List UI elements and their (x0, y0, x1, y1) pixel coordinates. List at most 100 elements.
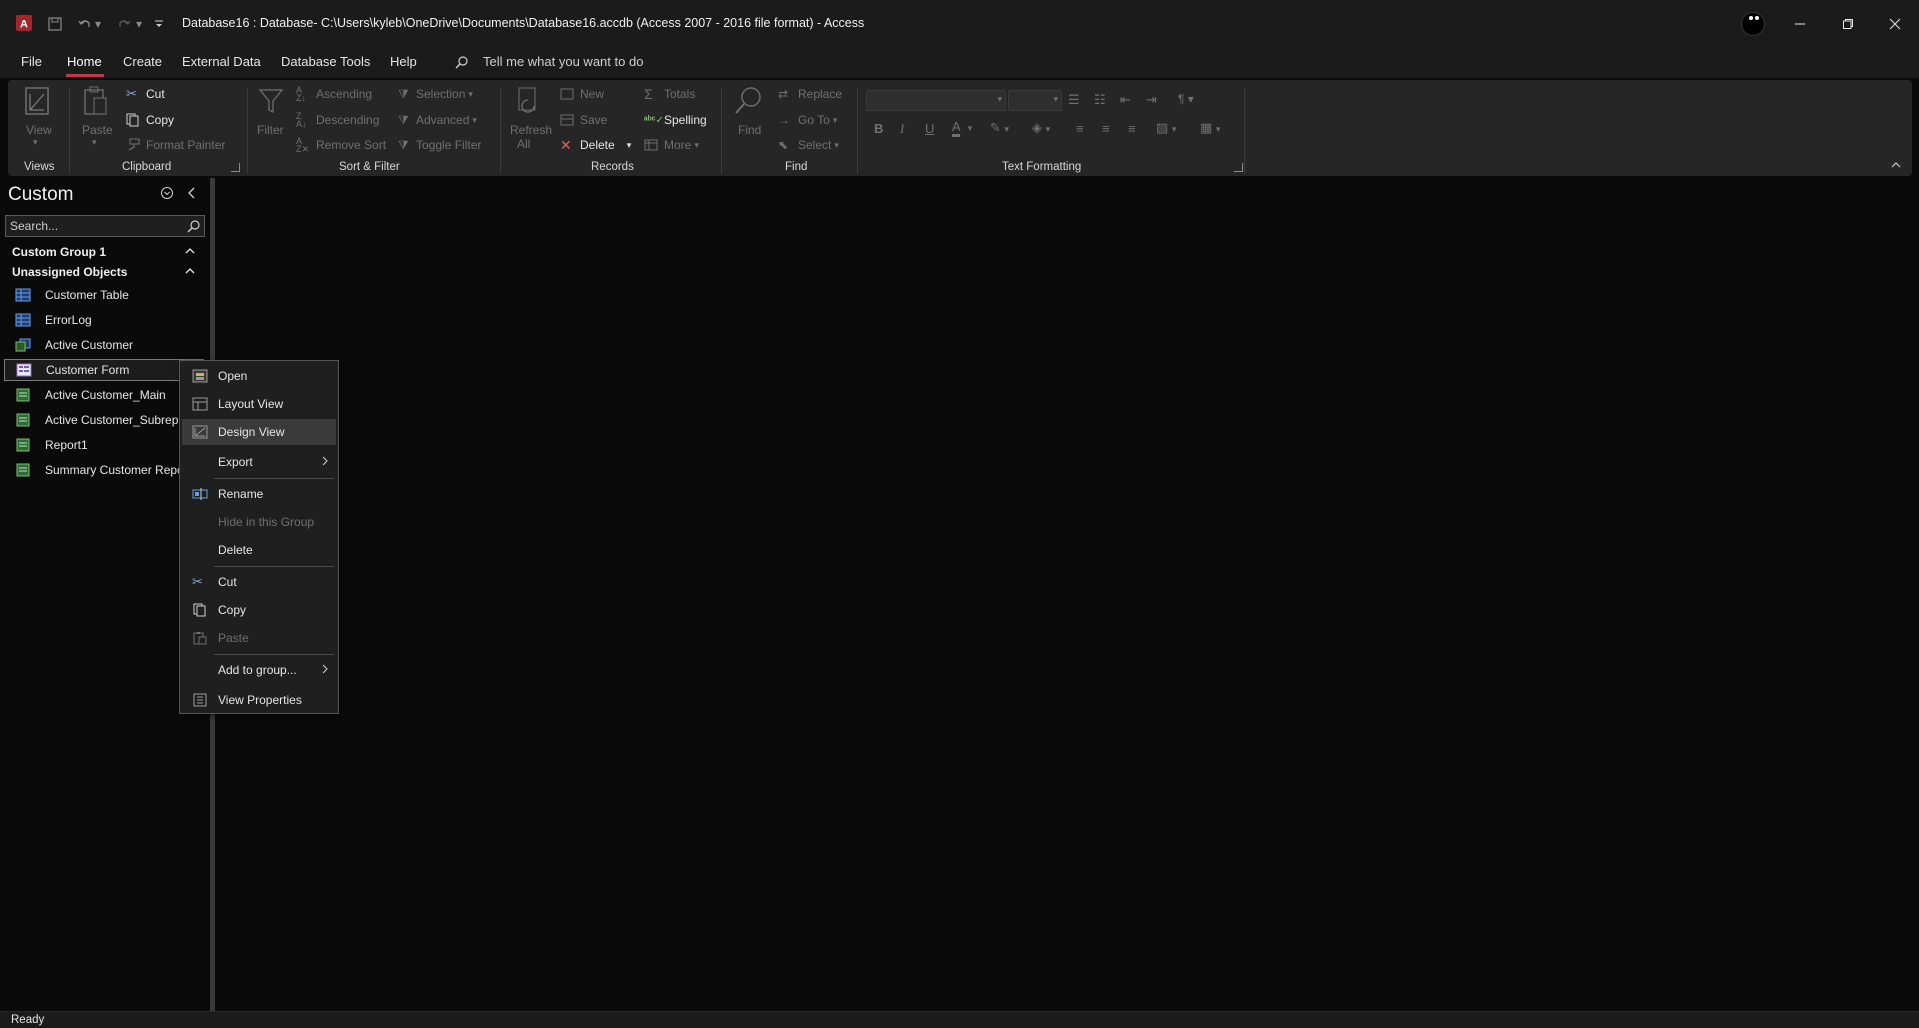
filter-button[interactable]: Filter (254, 84, 288, 152)
nav-item-summary-customer-report[interactable]: Summary Customer Report (4, 459, 204, 481)
cut-icon: ✂ (192, 574, 203, 589)
remove-sort-button[interactable]: A Z✕ Remove Sort (296, 135, 386, 155)
refresh-all-button[interactable]: Refresh All (510, 84, 552, 160)
menu-item-delete[interactable]: Delete (182, 537, 336, 563)
alternate-row-color-icon[interactable]: ▨ ▾ (1156, 120, 1176, 136)
save-icon[interactable] (44, 13, 66, 35)
nav-search-box[interactable] (5, 215, 205, 237)
nav-pane-title[interactable]: Custom (8, 184, 73, 206)
selection-label: Selection (416, 87, 466, 101)
redo-dropdown-icon[interactable]: ▾ (133, 13, 145, 35)
tab-file[interactable]: File (21, 54, 42, 69)
replace-label: Replace (798, 87, 843, 101)
menu-item-open[interactable]: Open (182, 363, 336, 389)
menu-item-layout-view[interactable]: Layout View (182, 391, 336, 417)
tab-create[interactable]: Create (123, 54, 162, 69)
background-color-icon[interactable]: ◈ ▾ (1032, 120, 1050, 136)
nav-group-custom-group-1[interactable]: Custom Group 1 (12, 245, 106, 259)
selection-button[interactable]: ⧩ Selection ▾ (398, 84, 473, 104)
font-name-dropdown[interactable]: ▾ (866, 90, 1006, 111)
menu-item-add-to-group[interactable]: Add to group... (182, 657, 336, 683)
collapse-ribbon-icon[interactable] (1890, 160, 1902, 170)
nav-group-unassigned-objects[interactable]: Unassigned Objects (12, 265, 127, 279)
numbering-icon[interactable]: ☷ (1094, 92, 1106, 108)
font-color-letter: A (952, 119, 960, 137)
tab-home[interactable]: Home (67, 54, 102, 69)
align-center-icon[interactable]: ≡ (1102, 121, 1110, 136)
collapse-nav-pane-icon[interactable] (186, 186, 198, 200)
find-button[interactable]: Find (730, 84, 766, 152)
new-record-button[interactable]: New (560, 84, 604, 104)
menu-item-export[interactable]: Export (182, 449, 336, 475)
align-left-icon[interactable]: ≡ (1076, 121, 1084, 136)
nav-item-report1[interactable]: Report1 (4, 434, 204, 456)
font-color-button[interactable]: A ▾ (952, 119, 972, 137)
tab-help[interactable]: Help (390, 54, 417, 69)
highlight-color-icon[interactable]: ✎ ▾ (990, 120, 1009, 136)
account-avatar[interactable] (1741, 12, 1765, 36)
undo-dropdown-icon[interactable]: ▾ (92, 13, 104, 35)
format-painter-button[interactable]: Format Painter (126, 135, 225, 155)
menu-item-design-view[interactable]: Design View (182, 419, 336, 445)
format-painter-label: Format Painter (146, 138, 226, 152)
goto-dropdown-icon: ▾ (832, 114, 838, 125)
tab-database-tools[interactable]: Database Tools (281, 54, 370, 69)
view-button[interactable]: View ▾ (22, 84, 52, 152)
paste-button[interactable]: Paste ▾ (78, 84, 113, 152)
nav-item-errorlog[interactable]: ErrorLog (4, 309, 204, 331)
bullets-icon[interactable]: ☰ (1068, 92, 1080, 108)
align-right-icon[interactable]: ≡ (1128, 121, 1136, 136)
search-icon[interactable] (187, 219, 201, 233)
select-button[interactable]: ⬉ Select ▾ (778, 135, 839, 155)
font-size-dropdown[interactable]: ▾ (1008, 90, 1062, 111)
redo-icon[interactable] (113, 13, 135, 35)
bold-button[interactable]: B (874, 121, 883, 136)
descending-button[interactable]: Z A↓ Descending (296, 110, 379, 130)
replace-button[interactable]: ⇄ Replace (778, 84, 842, 104)
nav-item-customer-table[interactable]: Customer Table (4, 284, 204, 306)
nav-item-customer-form[interactable]: Customer Form (4, 359, 204, 381)
menu-item-rename[interactable]: Rename (182, 481, 336, 507)
ribbon-separator (721, 88, 722, 174)
italic-button[interactable]: I (900, 121, 904, 137)
delete-dropdown-icon[interactable]: ▾ (627, 140, 632, 151)
cut-button[interactable]: ✂ Cut (126, 84, 165, 104)
chevron-up-icon[interactable] (184, 266, 196, 276)
paragraph-direction-icon[interactable]: ¶ ▾ (1178, 92, 1194, 106)
decrease-indent-icon[interactable]: ⇤ (1120, 92, 1131, 108)
ribbon-tabs: File Home Create External Data Database … (0, 46, 1919, 78)
restore-icon[interactable] (1833, 12, 1863, 36)
delete-label: Delete (580, 138, 615, 152)
customize-quick-access-icon[interactable] (152, 13, 166, 35)
delete-button[interactable]: ✕ Delete ▾ (560, 135, 631, 155)
nav-search-input[interactable] (10, 218, 180, 234)
spelling-button[interactable]: ᵃᵇᶜ✓ Spelling (644, 110, 707, 130)
clipboard-launcher-icon[interactable] (231, 163, 240, 172)
save-record-button[interactable]: Save (560, 110, 607, 130)
copy-button[interactable]: Copy (126, 110, 174, 130)
totals-button[interactable]: Σ Totals (644, 84, 695, 104)
more-button[interactable]: More ▾ (644, 135, 699, 155)
tell-me-search[interactable]: Tell me what you want to do (483, 54, 643, 69)
gridlines-icon[interactable]: ▦ ▾ (1200, 120, 1220, 136)
toggle-filter-button[interactable]: ⧩ Toggle Filter (398, 135, 481, 155)
menu-item-cut[interactable]: ✂ Cut (182, 569, 336, 595)
nav-pane-menu-icon[interactable] (160, 186, 174, 200)
nav-item-active-customer-main[interactable]: Active Customer_Main (4, 384, 204, 406)
lightbulb-search-icon[interactable] (455, 55, 469, 69)
chevron-up-icon[interactable] (184, 246, 196, 256)
minimize-icon[interactable] (1785, 12, 1815, 36)
increase-indent-icon[interactable]: ⇥ (1146, 92, 1157, 108)
text-formatting-launcher-icon[interactable] (1234, 163, 1243, 172)
tab-external-data[interactable]: External Data (182, 54, 261, 69)
close-icon[interactable] (1880, 12, 1910, 36)
ascending-button[interactable]: A Z↓ Ascending (296, 84, 372, 104)
nav-item-active-customer[interactable]: Active Customer (4, 334, 204, 356)
underline-button[interactable]: U (925, 121, 934, 136)
menu-item-copy[interactable]: Copy (182, 597, 336, 623)
menu-item-view-properties[interactable]: View Properties (182, 687, 336, 713)
goto-button[interactable]: → Go To ▾ (778, 110, 837, 130)
descending-label: Descending (316, 113, 380, 127)
nav-item-active-customer-subreport[interactable]: Active Customer_Subreport (4, 409, 204, 431)
advanced-button[interactable]: ⧩ Advanced ▾ (398, 110, 477, 130)
